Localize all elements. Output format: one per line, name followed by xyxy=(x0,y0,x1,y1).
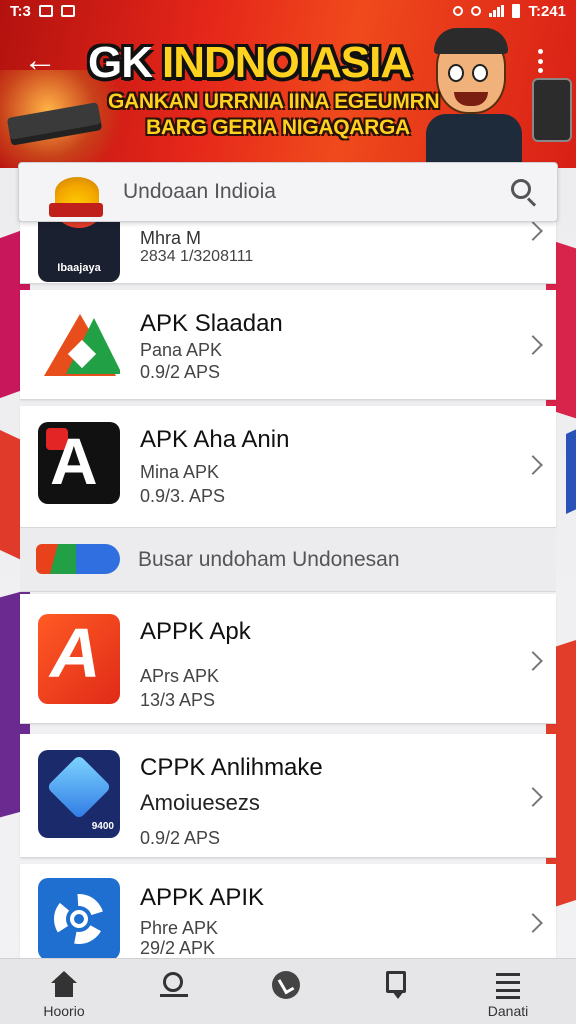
more-options-button[interactable] xyxy=(530,46,550,76)
app-name: APPK Apk xyxy=(140,618,251,645)
app-name: Mhra M xyxy=(140,228,202,248)
status-time-right: T:241 xyxy=(528,2,566,20)
nav-search[interactable] xyxy=(134,967,214,1023)
list-item[interactable]: 9400 CPPK Anlihmake Amoiuesezs 0.9/2 APS xyxy=(20,734,556,858)
app-name: CPPK Anlihmake xyxy=(140,754,323,781)
nav-home-label: Hoorio xyxy=(43,1003,85,1019)
search-input[interactable] xyxy=(123,180,507,204)
banner-subtitle-line1: GANKAN URRNIA IINA EGEUMRN xyxy=(108,90,440,113)
chevron-right-icon xyxy=(523,651,543,671)
app-size: 0.9/2 APS xyxy=(140,362,221,382)
app-size: 13/3 APS xyxy=(140,690,216,710)
nav-list-label: Danati xyxy=(487,1003,529,1019)
chevron-right-icon xyxy=(523,787,543,807)
app-size: 2834 1/3208111 xyxy=(140,248,254,265)
gear-app-icon xyxy=(38,878,120,960)
diamond-app-icon: 9400 xyxy=(38,750,120,838)
chevron-right-icon xyxy=(523,221,543,241)
app-size: 29/2 APK xyxy=(140,938,216,958)
app-size: 0.9/3. APS xyxy=(140,486,226,506)
fan-logo-icon xyxy=(47,177,105,219)
list-item[interactable]: APPK APIK Phre APK 29/2 APK xyxy=(20,864,556,964)
section-label: Busar undoham Undonesan xyxy=(138,548,400,571)
search-button[interactable] xyxy=(507,175,541,209)
app-name: APK Aha Anin xyxy=(140,426,290,453)
device-illustration xyxy=(532,78,572,142)
list-item[interactable]: APK Slaadan Pana APK 0.9/2 APS xyxy=(20,290,556,400)
triangle-app-icon xyxy=(38,304,120,386)
back-arrow-icon: ← xyxy=(23,41,57,79)
app-subtitle: APrs APK xyxy=(140,666,220,686)
signal-icon xyxy=(489,5,505,17)
letter-a-app-icon: A xyxy=(38,422,120,504)
app-subtitle: Amoiuesezs xyxy=(140,790,260,815)
banner-title-part1: GK xyxy=(88,38,153,87)
home-icon xyxy=(50,971,78,999)
status-time-left: T:3 xyxy=(10,2,31,20)
nav-home[interactable]: Hoorio xyxy=(24,967,104,1023)
nav-list[interactable]: Danati xyxy=(468,967,548,1023)
notification-icon xyxy=(60,5,75,17)
app-size: 0.9/2 APS xyxy=(140,828,221,848)
gallery-icon xyxy=(38,5,53,17)
battery-icon xyxy=(512,4,521,18)
status-bar: T:3 T:241 xyxy=(0,0,576,22)
app-name: APK Slaadan xyxy=(140,310,283,337)
feather-icon xyxy=(272,971,300,999)
banner-title-part2: INDNOIASIA xyxy=(162,38,412,87)
wifi-icon xyxy=(471,6,482,16)
apk-a-app-icon: A xyxy=(38,614,120,704)
app-subtitle: Phre APK xyxy=(140,918,219,938)
app-name: APPK APIK xyxy=(140,884,265,911)
section-header: Busar undoham Undonesan xyxy=(20,528,556,592)
bookmark-icon xyxy=(382,971,410,999)
chevron-right-icon xyxy=(523,455,543,475)
bottom-navigation: Hoorio Danati xyxy=(0,958,576,1024)
list-item[interactable]: Ibaajaya Mhra M 2834 1/3208111 xyxy=(20,200,556,284)
list-icon xyxy=(494,971,522,999)
nav-create[interactable] xyxy=(246,967,326,1023)
search-bar xyxy=(18,162,558,222)
app-subtitle: Mina APK xyxy=(140,462,220,482)
list-item[interactable]: A APK Aha Anin Mina APK 0.9/3. APS xyxy=(20,406,556,528)
alarm-icon xyxy=(453,6,464,16)
chevron-right-icon xyxy=(523,913,543,933)
more-dots-icon xyxy=(537,49,543,54)
nav-bookmarks[interactable] xyxy=(356,967,436,1023)
list-item[interactable]: A APPK Apk APrs APK 13/3 APS xyxy=(20,594,556,724)
search-icon xyxy=(160,971,188,999)
back-button[interactable]: ← xyxy=(22,42,58,78)
search-icon xyxy=(511,179,531,199)
banner-title: GK INDNOIASIA xyxy=(88,38,412,88)
chevron-right-icon xyxy=(523,335,543,355)
google-play-logo-icon xyxy=(36,544,120,574)
banner-subtitle-line2: BARG GERIA NIGAQARGA xyxy=(146,116,410,139)
app-subtitle: Pana APK xyxy=(140,340,223,360)
